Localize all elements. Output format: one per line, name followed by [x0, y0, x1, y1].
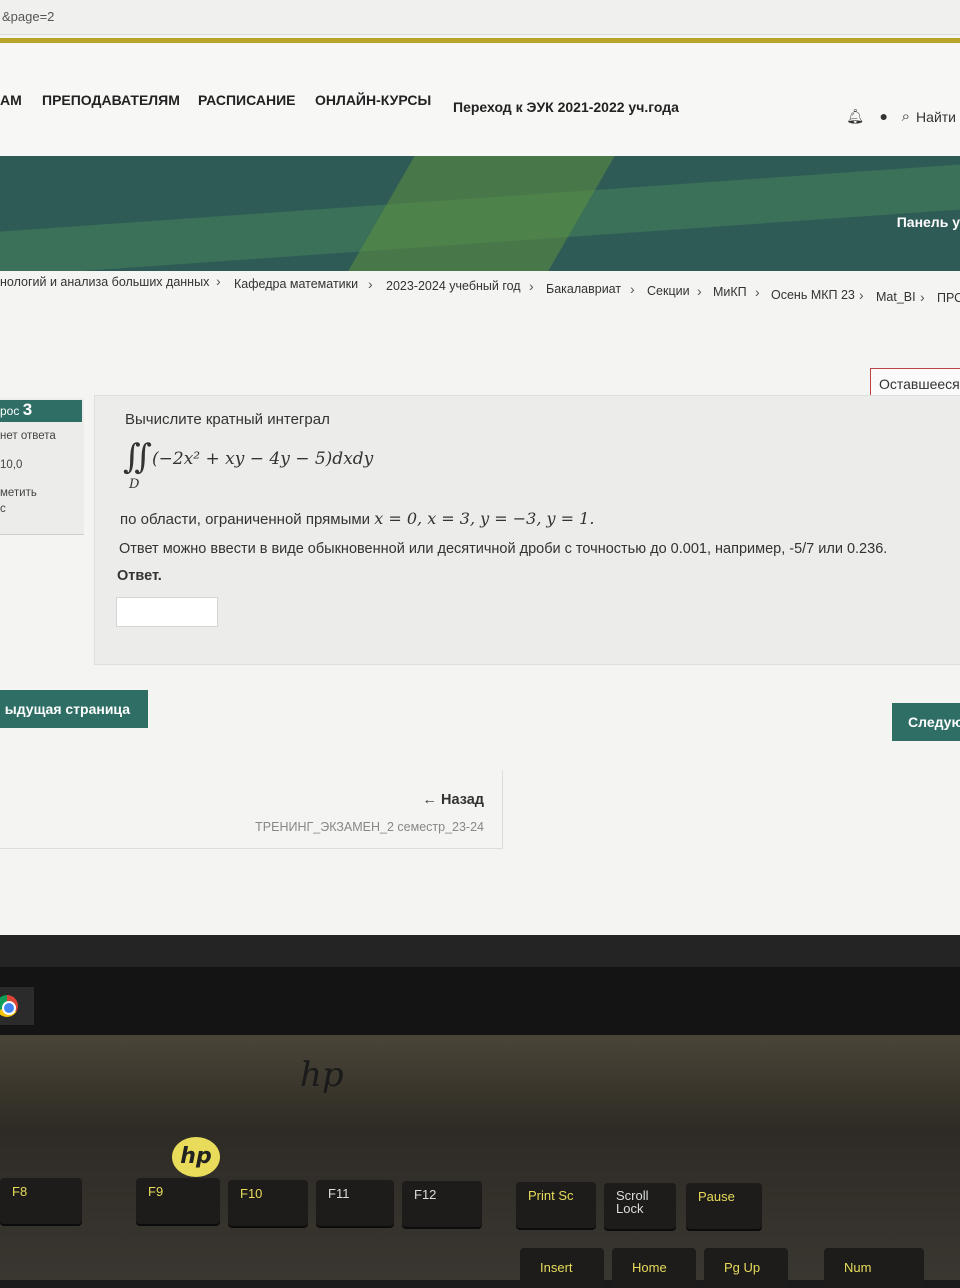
chrome-taskbar-button[interactable]	[0, 987, 34, 1025]
next-page-button[interactable]: Следую	[892, 703, 960, 741]
key-pause: Pause	[686, 1183, 762, 1229]
question-box	[94, 395, 960, 665]
key-home: Home	[612, 1248, 696, 1288]
breadcrumb-item[interactable]: Секции	[647, 284, 690, 298]
key-print-screen: Print Sc	[516, 1182, 596, 1228]
key-f12: F12	[402, 1181, 482, 1227]
integral-domain-label: D	[129, 477, 140, 492]
breadcrumb-item[interactable]: ПРС	[937, 291, 960, 305]
breadcrumb-item[interactable]: Бакалавриат	[546, 282, 621, 296]
chevron-right-icon: ›	[216, 273, 221, 289]
chevron-right-icon: ›	[630, 281, 635, 297]
answer-instruction: Ответ можно ввести в виде обыкновенной и…	[119, 541, 888, 557]
question-info-panel: рос 3 нет ответа 10,0 метить с	[0, 398, 84, 535]
top-navigation: АМ ПРЕПОДАВАТЕЛЯМ РАСПИСАНИЕ ОНЛАЙН-КУРС…	[0, 44, 960, 156]
search-label[interactable]: Найти	[916, 109, 956, 125]
back-navigation-box: ← Назад ТРЕНИНГ_ЭКЗАМЕН_2 семестр_23-24	[0, 770, 503, 849]
nav-item-teachers[interactable]: ПРЕПОДАВАТЕЛЯМ	[42, 92, 180, 108]
os-taskbar	[0, 935, 960, 1035]
region-text: по области, ограниченной прямыми x = 0, …	[120, 509, 594, 528]
key-f9: F9	[136, 1178, 220, 1224]
region-equations: x = 0, x = 3, y = −3, y = 1.	[374, 509, 595, 528]
back-link[interactable]: ← Назад	[422, 792, 484, 808]
key-num-lock: Num	[824, 1248, 924, 1288]
previous-page-button[interactable]: ыдущая страница	[0, 690, 148, 728]
chevron-right-icon: ›	[697, 283, 702, 299]
course-name: ТРЕНИНГ_ЭКЗАМЕН_2 семестр_23-24	[255, 820, 484, 834]
bell-icon[interactable]: 🔔︎	[846, 108, 864, 125]
chevron-right-icon: ›	[529, 278, 534, 294]
question-score: 10,0	[0, 459, 23, 471]
monitor-bezel-strip	[0, 935, 960, 967]
double-integral-icon: ∬	[123, 437, 152, 477]
key-f8: F8	[0, 1178, 82, 1224]
key-insert: Insert	[520, 1248, 604, 1288]
answer-input[interactable]	[116, 597, 218, 627]
breadcrumb-item[interactable]: 2023-2024 учебный год	[386, 279, 521, 293]
key-scroll-lock: Scroll Lock	[604, 1183, 676, 1229]
question-info-extra: с	[0, 503, 6, 515]
question-prompt: Вычислите кратный интеграл	[125, 411, 330, 428]
search-icon[interactable]: ⌕	[902, 108, 910, 125]
key-page-up: Pg Up	[704, 1248, 788, 1288]
dashboard-link[interactable]: Панель у	[897, 214, 960, 230]
chevron-right-icon: ›	[368, 276, 373, 292]
question-status: нет ответа	[0, 430, 56, 442]
key-f11: F11	[316, 1180, 394, 1226]
time-remaining-label: Оставшееся	[879, 376, 960, 392]
header-banner: Панель у	[0, 156, 960, 271]
nav-item-online-courses[interactable]: ОНЛАЙН-КУРСЫ	[315, 92, 431, 108]
hp-logo-mark: hp	[300, 1055, 344, 1095]
chrome-icon-center	[2, 1001, 16, 1015]
chevron-right-icon: ›	[920, 289, 925, 305]
nav-item-euk-archive[interactable]: Переход к ЭУК 2021-2022 уч.года	[453, 99, 679, 115]
question-number-prefix: рос	[0, 404, 20, 418]
answer-label: Ответ.	[117, 568, 162, 584]
breadcrumb-item[interactable]: Осень МКП 23	[771, 288, 855, 302]
gold-divider	[0, 38, 960, 43]
laptop-bezel	[0, 1035, 960, 1130]
nav-item-schedule[interactable]: РАСПИСАНИЕ	[198, 92, 296, 108]
key-f10: F10	[228, 1180, 308, 1226]
browser-screen: &page=2 АМ ПРЕПОДАВАТЕЛЯМ РАСПИСАНИЕ ОНЛ…	[0, 0, 960, 935]
breadcrumb-item[interactable]: Mat_BI	[876, 290, 916, 304]
address-bar[interactable]: &page=2	[0, 0, 960, 35]
hp-logo-icon: hp	[172, 1137, 220, 1177]
breadcrumb-item[interactable]: Кафедра математики	[234, 277, 358, 291]
breadcrumb-item[interactable]: МиКП	[713, 285, 747, 299]
question-number-value: 3	[22, 400, 33, 419]
url-text: &page=2	[2, 9, 55, 24]
flag-question-link[interactable]: метить	[0, 487, 37, 499]
breadcrumb-item[interactable]: нологий и анализа больших данных	[0, 275, 209, 289]
chevron-right-icon: ›	[859, 287, 864, 303]
region-description: по области, ограниченной прямыми	[120, 511, 371, 528]
integrand: (−2x² + xy − 4y − 5)dxdy	[152, 449, 374, 469]
nav-item-programs[interactable]: АМ	[0, 92, 22, 108]
chat-icon[interactable]: ●	[880, 108, 888, 124]
breadcrumb: нологий и анализа больших данных › Кафед…	[0, 270, 960, 310]
chevron-right-icon: ›	[755, 284, 760, 300]
question-number: рос 3	[0, 400, 82, 422]
time-remaining-box: Оставшееся	[870, 368, 960, 398]
